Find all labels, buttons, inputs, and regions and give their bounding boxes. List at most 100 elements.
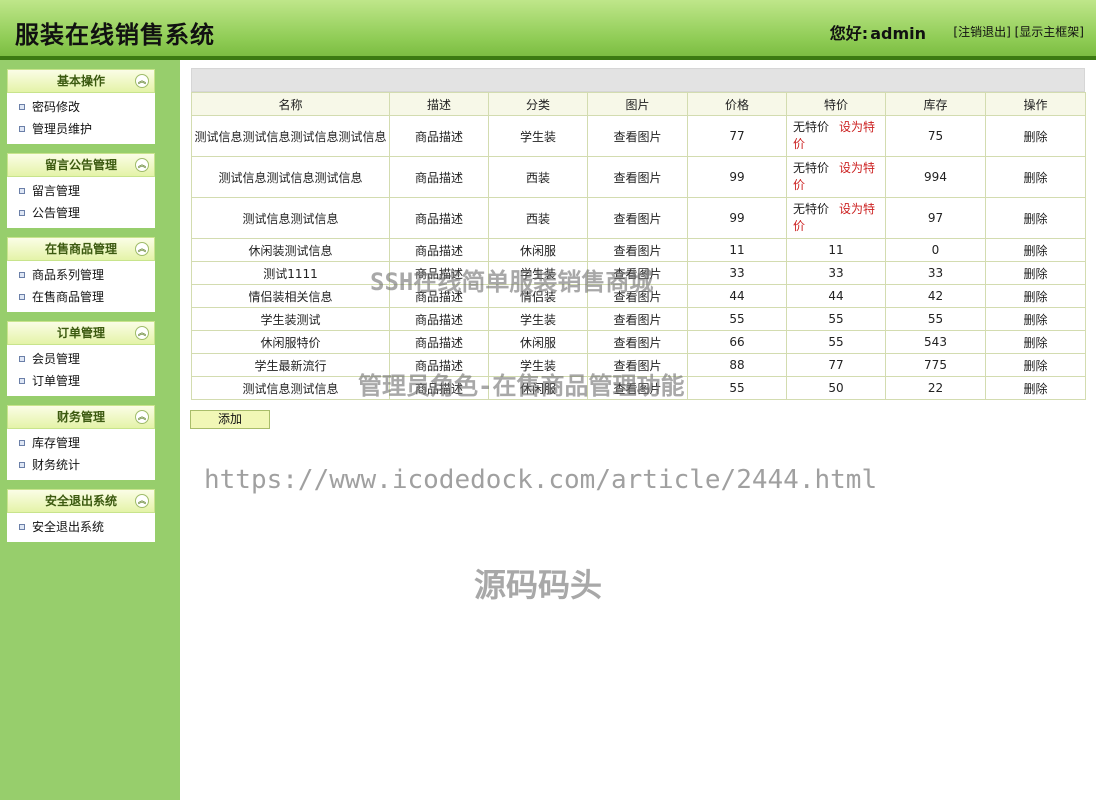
view-image-link[interactable]: 查看图片 (587, 156, 688, 198)
sidebar-item-label: 库存管理 (32, 436, 81, 450)
collapse-icon[interactable]: ︽ (135, 74, 149, 88)
show-main-frame-link[interactable]: [显示主框架] (1015, 25, 1084, 39)
cell-name: 学生装测试 (191, 307, 390, 331)
view-image-link[interactable]: 查看图片 (587, 238, 688, 262)
panel-header[interactable]: 财务管理 ︽ (7, 405, 155, 429)
cell-price: 88 (687, 353, 787, 377)
delete-link[interactable]: 删除 (985, 376, 1086, 400)
cell-special: 44 (786, 284, 886, 308)
panel-body: 留言管理 公告管理 (7, 177, 155, 228)
sidebar: 基本操作 ︽ 密码修改 管理员维护 留言公告管理 ︽ 留言管理 公告管理 在售商… (0, 60, 180, 800)
panel-body: 库存管理 财务统计 (7, 429, 155, 480)
panel-header[interactable]: 在售商品管理 ︽ (7, 237, 155, 261)
sidebar-item-label: 密码修改 (32, 100, 81, 114)
special-status: 无特价 (793, 120, 830, 134)
cell-desc-link[interactable]: 商品描述 (389, 115, 489, 157)
sidebar-item-on-sale-goods[interactable]: 在售商品管理 (7, 286, 155, 308)
panel-orders: 订单管理 ︽ 会员管理 订单管理 (7, 321, 155, 396)
sidebar-item-order-management[interactable]: 订单管理 (7, 370, 155, 392)
bullet-icon (19, 356, 25, 362)
column-header-price: 价格 (687, 92, 787, 116)
delete-link[interactable]: 删除 (985, 115, 1086, 157)
bullet-icon (19, 126, 25, 132)
panel-goods: 在售商品管理 ︽ 商品系列管理 在售商品管理 (7, 237, 155, 312)
bullet-icon (19, 104, 25, 110)
cell-stock: 75 (885, 115, 986, 157)
delete-link[interactable]: 删除 (985, 156, 1086, 198)
watermark-url: https://www.icodedock.com/article/2444.h… (204, 465, 878, 495)
panel-header[interactable]: 安全退出系统 ︽ (7, 489, 155, 513)
delete-link[interactable]: 删除 (985, 261, 1086, 285)
cell-desc-link[interactable]: 商品描述 (389, 330, 489, 354)
collapse-icon[interactable]: ︽ (135, 410, 149, 424)
cell-stock: 42 (885, 284, 986, 308)
header-bar: 服装在线销售系统 您好: admin [注销退出] [显示主框架] (0, 0, 1096, 60)
view-image-link[interactable]: 查看图片 (587, 330, 688, 354)
header-links: [注销退出] [显示主框架] (953, 23, 1084, 40)
collapse-icon[interactable]: ︽ (135, 158, 149, 172)
cell-desc-link[interactable]: 商品描述 (389, 307, 489, 331)
view-image-link[interactable]: 查看图片 (587, 307, 688, 331)
panel-title: 订单管理 (56, 326, 105, 340)
view-image-link[interactable]: 查看图片 (587, 197, 688, 239)
cell-name: 测试1111 (191, 261, 390, 285)
cell-price: 99 (687, 156, 787, 198)
delete-link[interactable]: 删除 (985, 353, 1086, 377)
cell-desc-link[interactable]: 商品描述 (389, 156, 489, 198)
collapse-icon[interactable]: ︽ (135, 326, 149, 340)
column-header-name: 名称 (191, 92, 390, 116)
sidebar-item-admin-maintenance[interactable]: 管理员维护 (7, 118, 155, 140)
sidebar-item-stock-management[interactable]: 库存管理 (7, 432, 155, 454)
sidebar-item-label: 公告管理 (32, 206, 81, 220)
sidebar-item-finance-stats[interactable]: 财务统计 (7, 454, 155, 476)
user-greeting: 您好: admin (830, 20, 926, 44)
panel-body: 密码修改 管理员维护 (7, 93, 155, 144)
bullet-icon (19, 462, 25, 468)
delete-link[interactable]: 删除 (985, 284, 1086, 308)
sidebar-item-change-password[interactable]: 密码修改 (7, 96, 155, 118)
cell-price: 55 (687, 307, 787, 331)
sidebar-item-label: 订单管理 (32, 374, 81, 388)
collapse-icon[interactable]: ︽ (135, 242, 149, 256)
table-header-row: 名称 描述 分类 图片 价格 特价 库存 操作 (191, 92, 1086, 116)
delete-link[interactable]: 删除 (985, 238, 1086, 262)
sidebar-item-member-management[interactable]: 会员管理 (7, 348, 155, 370)
cell-stock: 55 (885, 307, 986, 331)
panel-header[interactable]: 留言公告管理 ︽ (7, 153, 155, 177)
table-row: 学生装测试 商品描述 学生装 查看图片 55 55 55 删除 (191, 307, 1086, 331)
cell-desc-link[interactable]: 商品描述 (389, 197, 489, 239)
cell-name: 测试信息测试信息测试信息测试信息 (191, 115, 390, 157)
view-image-link[interactable]: 查看图片 (587, 115, 688, 157)
sidebar-item-label: 安全退出系统 (32, 520, 105, 534)
watermark-brand: 源码码头 (474, 566, 603, 604)
cell-category: 西装 (488, 156, 588, 198)
cell-stock: 994 (885, 156, 986, 198)
logout-link[interactable]: [注销退出] (953, 25, 1010, 39)
greeting-label: 您好: (829, 24, 869, 43)
sidebar-item-series-management[interactable]: 商品系列管理 (7, 264, 155, 286)
table-body: 测试信息测试信息测试信息测试信息 商品描述 学生装 查看图片 77 无特价 设为特价 75 删除… (191, 115, 1086, 400)
delete-link[interactable]: 删除 (985, 307, 1086, 331)
table-toolbar (191, 68, 1085, 92)
table-row: 休闲装测试信息 商品描述 休闲服 查看图片 11 11 0 删除 (191, 238, 1086, 262)
add-button[interactable]: 添加 (190, 410, 270, 429)
sidebar-item-label: 在售商品管理 (32, 290, 105, 304)
table-row: 测试信息测试信息测试信息 商品描述 西装 查看图片 99 无特价 设为特价 994 删除 (191, 156, 1086, 198)
collapse-icon[interactable]: ︽ (135, 494, 149, 508)
sidebar-item-notice-management[interactable]: 公告管理 (7, 202, 155, 224)
panel-body: 会员管理 订单管理 (7, 345, 155, 396)
cell-desc-link[interactable]: 商品描述 (389, 238, 489, 262)
panel-header[interactable]: 订单管理 ︽ (7, 321, 155, 345)
column-header-image: 图片 (587, 92, 688, 116)
cell-special: 55 (786, 307, 886, 331)
panel-header[interactable]: 基本操作 ︽ (7, 69, 155, 93)
cell-special: 无特价 设为特价 (786, 156, 886, 198)
delete-link[interactable]: 删除 (985, 330, 1086, 354)
sidebar-item-safe-logout[interactable]: 安全退出系统 (7, 516, 155, 538)
delete-link[interactable]: 删除 (985, 197, 1086, 239)
cell-price: 11 (687, 238, 787, 262)
column-header-action: 操作 (985, 92, 1086, 116)
cell-special: 无特价 设为特价 (786, 115, 886, 157)
sidebar-item-message-management[interactable]: 留言管理 (7, 180, 155, 202)
cell-price: 77 (687, 115, 787, 157)
